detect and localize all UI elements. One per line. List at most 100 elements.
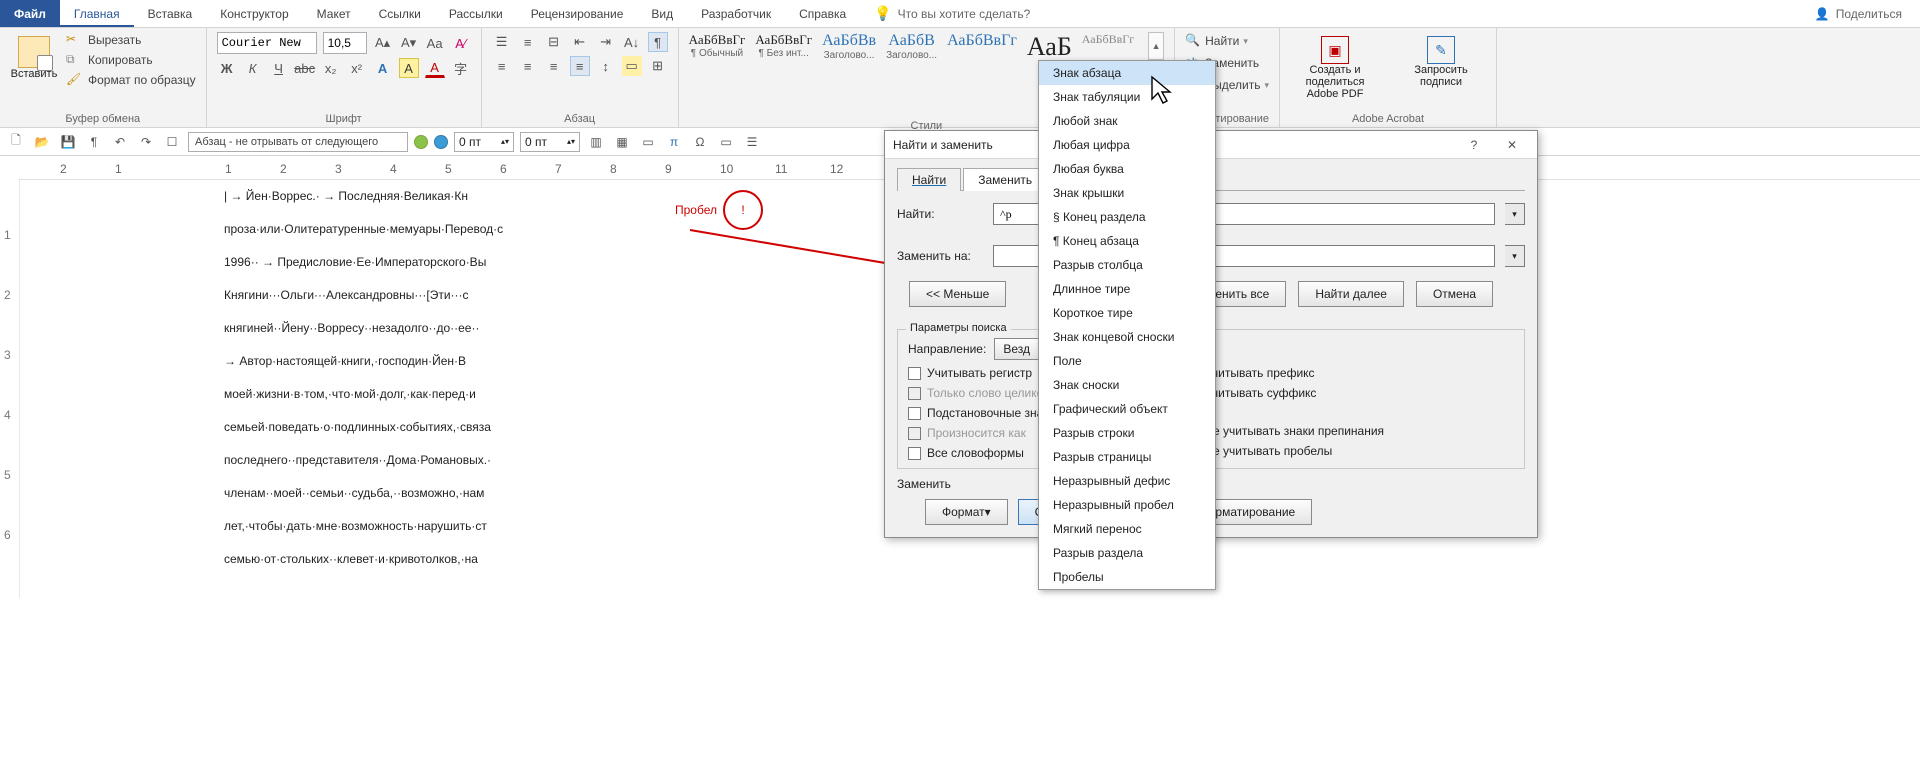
tab-file[interactable]: Файл	[0, 0, 60, 27]
pi[interactable]: π	[664, 132, 684, 152]
style-item[interactable]: АаБбВвЗаголово...	[822, 32, 876, 61]
tab-layout[interactable]: Макет	[303, 0, 365, 27]
menu-item[interactable]: Неразрывный дефис	[1039, 469, 1215, 493]
format-button[interactable]: Формат ▾	[925, 499, 1008, 525]
menu-item[interactable]: Знак сноски	[1039, 373, 1215, 397]
close-button[interactable]: ✕	[1495, 134, 1529, 156]
direction-select[interactable]: Везд	[994, 338, 1039, 360]
highlight[interactable]: A	[399, 58, 419, 78]
menu-item[interactable]: Разрыв столбца	[1039, 253, 1215, 277]
more[interactable]: ☰	[742, 132, 762, 152]
cancel-button[interactable]: Отмена	[1416, 281, 1493, 307]
menu-item[interactable]: Знак крышки	[1039, 181, 1215, 205]
enclose-chars[interactable]: 字	[451, 58, 471, 78]
align-center[interactable]: ≡	[518, 56, 538, 76]
menu-item[interactable]: Знак табуляции	[1039, 85, 1215, 109]
change-case[interactable]: Aa	[425, 33, 445, 53]
font-color[interactable]: A	[425, 58, 445, 78]
format-painter[interactable]: 🖌Формат по образцу	[66, 72, 196, 88]
superscript[interactable]: x²	[347, 58, 367, 78]
less-button[interactable]: << Меньше	[909, 281, 1006, 307]
menu-item[interactable]: Любой знак	[1039, 109, 1215, 133]
help-button[interactable]: ?	[1457, 134, 1491, 156]
menu-item[interactable]: Короткое тире	[1039, 301, 1215, 325]
show-marks[interactable]: ¶	[648, 32, 668, 52]
copy-button[interactable]: ⧉Копировать	[66, 52, 196, 68]
menu-item[interactable]: Поле	[1039, 349, 1215, 373]
increase-indent[interactable]: ⇥	[596, 32, 616, 52]
style-item[interactable]: АаБ	[1027, 32, 1072, 62]
tell-me[interactable]: 💡Что вы хотите сделать?	[860, 0, 1044, 27]
create-pdf[interactable]: ▣ Создать и поделиться Adobe PDF	[1290, 32, 1380, 100]
style-item[interactable]: АаБбВвГг¶ Обычный	[689, 32, 746, 59]
font-size-input[interactable]	[323, 32, 367, 54]
cols[interactable]: ▥	[586, 132, 606, 152]
status-dot-green[interactable]	[414, 135, 428, 149]
menu-item[interactable]: Разрыв страницы	[1039, 445, 1215, 469]
sort[interactable]: A↓	[622, 32, 642, 52]
paragraph-option[interactable]: Абзац - не отрывать от следующего	[188, 132, 408, 152]
request-signatures[interactable]: ✎ Запросить подписи	[1396, 32, 1486, 88]
bold[interactable]: Ж	[217, 58, 237, 78]
shading[interactable]: ▭	[622, 56, 642, 76]
opt-wildcards[interactable]: Подстановочные знаки	[908, 406, 1055, 420]
replace-dropdown[interactable]: ▾	[1505, 245, 1525, 267]
tab-replace[interactable]: Заменить	[963, 168, 1047, 191]
style-item[interactable]: АаБбВвГг	[1082, 32, 1134, 47]
tab-insert[interactable]: Вставка	[134, 0, 207, 27]
find-dropdown[interactable]: ▾	[1505, 203, 1525, 225]
ruler-toggle[interactable]: ▭	[638, 132, 658, 152]
menu-item[interactable]: Неразрывный пробел	[1039, 493, 1215, 517]
opt-match-case[interactable]: Учитывать регистр	[908, 366, 1055, 380]
new-doc[interactable]: 🗋	[6, 132, 26, 152]
align-left[interactable]: ≡	[492, 56, 512, 76]
bullets[interactable]: ☰	[492, 32, 512, 52]
save[interactable]: 💾	[58, 132, 78, 152]
tab-home[interactable]: Главная	[60, 0, 134, 27]
font-name-input[interactable]	[217, 32, 317, 54]
menu-item[interactable]: Разрыв раздела	[1039, 541, 1215, 565]
status-dot-blue[interactable]	[434, 135, 448, 149]
decrease-indent[interactable]: ⇤	[570, 32, 590, 52]
style-item[interactable]: АаБбВвГг	[947, 32, 1017, 50]
numbering[interactable]: ≡	[518, 32, 538, 52]
menu-item[interactable]: Графический объект	[1039, 397, 1215, 421]
style-item[interactable]: АаБбВЗаголово...	[886, 32, 937, 61]
tab-mailings[interactable]: Рассылки	[435, 0, 517, 27]
menu-item[interactable]: ¶ Конец абзаца	[1039, 229, 1215, 253]
italic[interactable]: К	[243, 58, 263, 78]
menu-item[interactable]: Любая цифра	[1039, 133, 1215, 157]
find-next[interactable]: Найти далее	[1298, 281, 1404, 307]
menu-item[interactable]: § Конец раздела	[1039, 205, 1215, 229]
tab-view[interactable]: Вид	[637, 0, 687, 27]
text-effects[interactable]: A	[373, 58, 393, 78]
redo[interactable]: ↷	[136, 132, 156, 152]
strikethrough[interactable]: abc	[295, 58, 315, 78]
find-button[interactable]: 🔍Найти ▾	[1185, 32, 1269, 50]
multilevel[interactable]: ⊟	[544, 32, 564, 52]
checkbox-icon[interactable]: ☐	[162, 132, 182, 152]
menu-item[interactable]: Знак абзаца	[1039, 61, 1215, 85]
tab-developer[interactable]: Разработчик	[687, 0, 785, 27]
omega[interactable]: Ω	[690, 132, 710, 152]
styles-up[interactable]: ▲	[1148, 32, 1164, 60]
spacing-after[interactable]: 0 пт▴▾	[520, 132, 580, 152]
menu-item[interactable]: Разрыв строки	[1039, 421, 1215, 445]
opt-word-forms[interactable]: Все словоформы	[908, 446, 1055, 460]
spacing-before[interactable]: 0 пт▴▾	[454, 132, 514, 152]
clear-format[interactable]: A⁄	[451, 33, 471, 53]
align-right[interactable]: ≡	[544, 56, 564, 76]
tab-design[interactable]: Конструктор	[206, 0, 302, 27]
menu-item[interactable]: Знак концевой сноски	[1039, 325, 1215, 349]
tab-find[interactable]: Найти	[897, 168, 961, 191]
menu-item[interactable]: Пробелы	[1039, 565, 1215, 589]
menu-item[interactable]: Мягкий перенос	[1039, 517, 1215, 541]
grow-font[interactable]: A▴	[373, 33, 393, 53]
menu-item[interactable]: Любая буква	[1039, 157, 1215, 181]
open[interactable]: 📂	[32, 132, 52, 152]
underline[interactable]: Ч	[269, 58, 289, 78]
paste-button[interactable]: Вставить	[10, 32, 58, 88]
tab-references[interactable]: Ссылки	[365, 0, 435, 27]
align-justify[interactable]: ≡	[570, 56, 590, 76]
cut-button[interactable]: ✂Вырезать	[66, 32, 196, 48]
